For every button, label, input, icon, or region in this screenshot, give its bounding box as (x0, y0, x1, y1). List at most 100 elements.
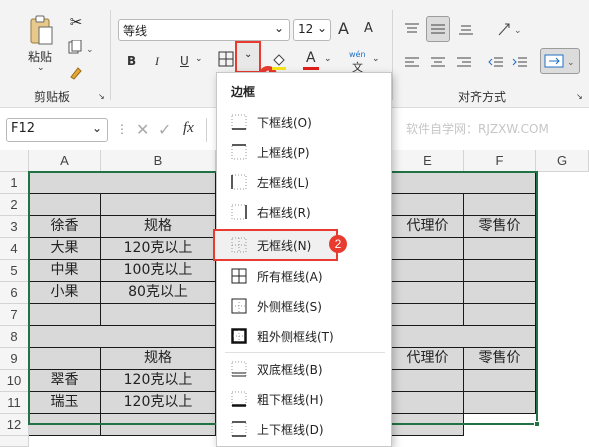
column-header-g[interactable]: G (536, 150, 589, 172)
row-header-12[interactable]: 12 (0, 414, 29, 436)
row-header-11[interactable]: 11 (0, 392, 29, 414)
menu-item-label: 右框线(R) (257, 205, 311, 220)
menu-item-label: 双底框线(B) (257, 362, 323, 377)
align-bottom-icon (459, 25, 473, 35)
outside-borders-icon (231, 298, 247, 314)
column-header-f[interactable]: F (464, 150, 536, 172)
decrease-indent-icon (488, 57, 503, 67)
menu-item-label: 左框线(L) (257, 175, 310, 190)
menu-item-label: 无框线(N) (257, 238, 312, 253)
align-left-icon (405, 57, 419, 67)
row-header-7[interactable]: 7 (0, 304, 29, 326)
row-header-3[interactable]: 3 (0, 216, 29, 238)
font-name-select[interactable]: 等线 ⌄ (118, 19, 290, 41)
chevron-down-icon: ⌄ (273, 21, 284, 35)
chevron-down-icon[interactable]: ⌄ (372, 54, 380, 64)
menu-header: 边框 (231, 85, 256, 99)
chevron-down-icon: ⌄ (244, 49, 253, 60)
orientation-button[interactable]: ⌄ (494, 18, 524, 40)
menu-item-label: 粗外侧框线(T) (257, 329, 334, 344)
chevron-down-icon[interactable]: ⌄ (324, 54, 332, 64)
menu-item-bottom-border[interactable]: 下框线(O) (217, 107, 391, 137)
dialog-launcher-icon[interactable]: ↘ (576, 92, 583, 101)
fill-color-button[interactable] (264, 50, 294, 72)
copy-button[interactable]: ⌄ (66, 38, 96, 58)
alignment-group-label: 对齐方式 (458, 90, 507, 104)
menu-item-no-border[interactable]: 无框线(N) (213, 229, 338, 261)
wrap-merge-button[interactable]: ⌄ (540, 48, 580, 74)
shrink-font-button[interactable]: A (364, 21, 373, 36)
column-header-a[interactable]: A (29, 150, 101, 172)
text-orientation-icon: ⌄ (498, 23, 522, 36)
clipboard-icon (30, 15, 53, 45)
insert-function-button[interactable]: fx (183, 120, 194, 137)
cancel-icon[interactable]: ✕ (136, 120, 149, 139)
menu-item-left-border[interactable]: 左框线(L) (217, 167, 391, 197)
chevron-down-icon[interactable]: ⌄ (195, 54, 203, 64)
align-center-button[interactable] (428, 52, 448, 72)
italic-button[interactable]: I (155, 54, 159, 69)
name-box-value: F12 (11, 121, 36, 136)
align-right-button[interactable] (454, 52, 474, 72)
cut-button[interactable]: ✂ (66, 12, 86, 32)
name-box[interactable]: F12 ⌄ (6, 118, 108, 142)
thick-bottom-border-icon (231, 391, 247, 407)
group-divider (110, 10, 111, 100)
brush-icon (70, 67, 82, 80)
row-header-13[interactable] (0, 436, 29, 447)
row-header-6[interactable]: 6 (0, 282, 29, 304)
align-left-button[interactable] (402, 52, 422, 72)
align-right-icon (457, 57, 471, 67)
menu-item-thick-bottom-border[interactable]: 粗下框线(H) (217, 384, 391, 414)
menu-item-thick-outside-borders[interactable]: 粗外侧框线(T) (217, 321, 391, 351)
enter-check-icon[interactable]: ✓ (158, 120, 171, 139)
row-header-8[interactable]: 8 (0, 326, 29, 348)
borders-menu: 边框 下框线(O) 上框线(P) 左框线(L) 右框线(R) 无框线(N) 2 … (213, 72, 392, 447)
double-bottom-border-icon (231, 361, 247, 377)
row-header-4[interactable]: 4 (0, 238, 29, 260)
row-header-10[interactable]: 10 (0, 370, 29, 392)
chevron-down-icon[interactable]: ⌄ (37, 63, 45, 73)
menu-item-outside-borders[interactable]: 外侧框线(S) (217, 291, 391, 321)
column-header-e[interactable]: E (392, 150, 464, 172)
phonetic-wen-label[interactable]: wén (349, 50, 366, 59)
grow-font-button[interactable]: A (338, 19, 349, 38)
select-all-corner[interactable] (0, 150, 29, 172)
align-bottom-button[interactable] (456, 18, 476, 40)
underline-button[interactable]: U (180, 54, 189, 68)
fill-handle[interactable] (534, 421, 540, 427)
bold-button[interactable]: B (127, 54, 136, 68)
step-badge-2: 2 (329, 235, 347, 253)
align-middle-button[interactable] (426, 16, 450, 42)
no-border-icon (231, 237, 247, 253)
paste-button[interactable] (26, 14, 56, 48)
font-color-button[interactable]: A (306, 50, 316, 66)
borders-button[interactable] (216, 48, 236, 70)
menu-separator (225, 352, 385, 353)
menu-item-top-bottom-border[interactable]: 上下框线(D) (217, 414, 391, 444)
more-dots-icon[interactable]: ⋮ (116, 122, 128, 136)
row-header-2[interactable]: 2 (0, 194, 29, 216)
borders-dropdown-button[interactable]: ⌄ (235, 41, 261, 73)
align-top-button[interactable] (402, 18, 422, 40)
menu-item-double-bottom-border[interactable]: 双底框线(B) (217, 354, 391, 384)
row-header-9[interactable]: 9 (0, 348, 29, 370)
menu-item-label: 所有框线(A) (257, 269, 323, 284)
menu-item-all-borders[interactable]: 所有框线(A) (217, 261, 391, 291)
dialog-launcher-icon[interactable]: ↘ (98, 92, 105, 101)
copy-icon: ⌄ (68, 40, 94, 55)
menu-item-right-border[interactable]: 右框线(R) (217, 197, 391, 227)
row-header-5[interactable]: 5 (0, 260, 29, 282)
decrease-indent-button[interactable] (486, 52, 506, 72)
svg-text:⌄: ⌄ (514, 26, 522, 36)
font-size-select[interactable]: 12 ⌄ (293, 19, 331, 41)
column-header-b[interactable]: B (101, 150, 216, 172)
svg-text:⌄: ⌄ (86, 45, 94, 55)
align-center-icon (431, 57, 445, 67)
format-painter-button[interactable] (66, 63, 86, 81)
menu-item-label: 粗下框线(H) (257, 392, 324, 407)
increase-indent-button[interactable] (510, 52, 530, 72)
menu-item-top-border[interactable]: 上框线(P) (217, 137, 391, 167)
font-size-value: 12 (298, 22, 314, 36)
row-header-1[interactable]: 1 (0, 172, 29, 194)
